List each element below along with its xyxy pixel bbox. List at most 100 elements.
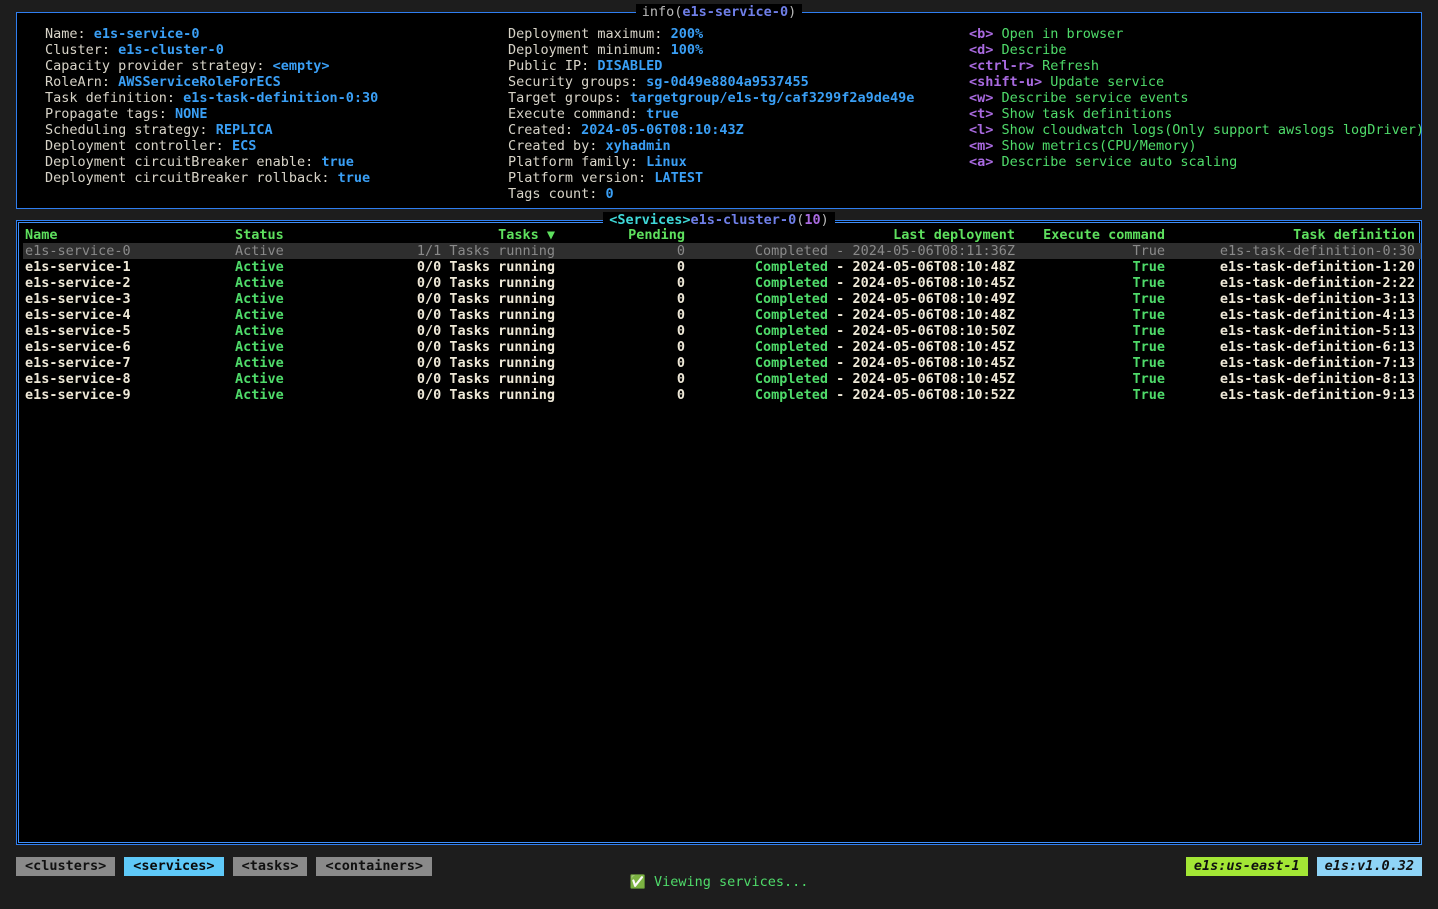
table-row[interactable]: e1s-service-0 Active 1/1 Tasks running 0 Com…: [23, 243, 1421, 259]
table-row[interactable]: e1s-service-5 Active 0/0 Tasks running 0 Com…: [23, 323, 1421, 339]
cell-pending: 0: [676, 355, 685, 371]
table-cell: Active: [235, 291, 375, 307]
info-field-row: Security groups: sg-0d49e8804a9537455: [508, 74, 914, 90]
shortcut-row[interactable]: <d> Describe: [969, 42, 1424, 58]
table-cell: e1s-service-3: [23, 291, 235, 307]
shortcut-key: <shift-u>: [969, 74, 1043, 90]
cell-status: Active: [235, 339, 284, 355]
info-field-row: Target groups: targetgroup/e1s-tg/caf329…: [508, 90, 914, 106]
services-table-header: Name Status Tasks ▼ Pending Last deployment E…: [23, 227, 1421, 243]
column-header-status[interactable]: Status: [235, 227, 375, 243]
cell-last-deployment: Completed - 2024-05-06T08:10:45Z: [755, 339, 1015, 355]
cell-name: e1s-service-7: [25, 355, 131, 371]
table-cell: 1h: [1415, 275, 1421, 291]
column-header-name[interactable]: Name: [23, 227, 235, 243]
table-cell: 0: [555, 387, 685, 403]
shortcut-row[interactable]: <ctrl-r> Refresh: [969, 58, 1424, 74]
table-row[interactable]: e1s-service-9 Active 0/0 Tasks running 0 Com…: [23, 387, 1421, 403]
table-cell: Completed - 2024-05-06T08:10:48Z: [685, 259, 1015, 275]
cell-deployment-separator: -: [828, 371, 853, 387]
table-cell: 0/0 Tasks running: [375, 387, 555, 403]
cell-status: Active: [235, 275, 284, 291]
cell-last-deployment: Completed - 2024-05-06T08:10:52Z: [755, 387, 1015, 403]
info-field-label: Target groups:: [508, 90, 630, 106]
services-panel[interactable]: <Services>e1s-cluster-0(10) Name Status Ta…: [16, 212, 1422, 845]
column-header-tasks[interactable]: Tasks ▼: [375, 227, 555, 243]
cell-deployment-separator: -: [828, 323, 853, 339]
column-header-last-deployment[interactable]: Last deployment: [685, 227, 1015, 243]
info-field-row: Platform version: LATEST: [508, 170, 914, 186]
info-field-label: Cluster:: [45, 42, 119, 58]
table-row[interactable]: e1s-service-2 Active 0/0 Tasks running 0 Com…: [23, 275, 1421, 291]
table-cell: 0/0 Tasks running: [375, 355, 555, 371]
table-cell: 1h: [1415, 387, 1421, 403]
info-field-value: true: [337, 170, 371, 186]
shortcut-key: <m>: [969, 138, 994, 154]
table-row[interactable]: e1s-service-3 Active 0/0 Tasks running 0 Com…: [23, 291, 1421, 307]
services-table-body[interactable]: e1s-service-0 Active 1/1 Tasks running 0 Com…: [23, 243, 1421, 403]
info-field-row: RoleArn: AWSServiceRoleForECS: [45, 74, 378, 90]
cell-execute-command: True: [1132, 339, 1165, 355]
column-header-execute-command[interactable]: Execute command: [1015, 227, 1165, 243]
cell-status: Active: [235, 259, 284, 275]
table-row[interactable]: e1s-service-7 Active 0/0 Tasks running 0 Com…: [23, 355, 1421, 371]
table-cell: Completed - 2024-05-06T08:10:45Z: [685, 355, 1015, 371]
cell-task-definition: e1s-task-definition-8:13: [1219, 371, 1415, 387]
table-cell: Active: [235, 243, 375, 259]
table-cell: 0/0 Tasks running: [375, 371, 555, 387]
cell-task-definition: e1s-task-definition-2:22: [1219, 275, 1415, 291]
cell-last-deployment: Completed - 2024-05-06T08:10:49Z: [755, 291, 1015, 307]
shortcut-row[interactable]: <w> Describe service events: [969, 90, 1424, 106]
cell-deployment-separator: -: [828, 259, 853, 275]
table-cell: 0: [555, 323, 685, 339]
shortcut-description: Describe: [993, 42, 1067, 58]
cell-deployment-timestamp: 2024-05-06T08:10:48Z: [852, 307, 1015, 323]
column-header-task-definition[interactable]: Task definition: [1165, 227, 1415, 243]
table-cell: 1h: [1415, 243, 1421, 259]
info-field-value: <empty>: [272, 58, 330, 74]
table-row[interactable]: e1s-service-8 Active 0/0 Tasks running 0 Com…: [23, 371, 1421, 387]
shortcut-row[interactable]: <b> Open in browser: [969, 26, 1424, 42]
cell-deployment-timestamp: 2024-05-06T08:10:49Z: [852, 291, 1015, 307]
table-cell: Active: [235, 275, 375, 291]
cell-status: Active: [235, 243, 284, 259]
shortcut-row[interactable]: <a> Describe service auto scaling: [969, 154, 1424, 170]
info-field-row: Capacity provider strategy: <empty>: [45, 58, 378, 74]
cell-tasks: 0/0 Tasks running: [416, 275, 555, 291]
table-row[interactable]: e1s-service-1 Active 0/0 Tasks running 0 Com…: [23, 259, 1421, 275]
table-cell: True: [1015, 291, 1165, 307]
table-cell: e1s-service-7: [23, 355, 235, 371]
column-header-pending[interactable]: Pending: [555, 227, 685, 243]
cell-status: Active: [235, 307, 284, 323]
table-row[interactable]: e1s-service-6 Active 0/0 Tasks running 0 Com…: [23, 339, 1421, 355]
cell-deployment-status: Completed: [754, 291, 829, 307]
info-field-label: Public IP:: [508, 58, 598, 74]
info-shortcuts-column: <b> Open in browser <d> Describe <ctrl-r> …: [969, 26, 1424, 170]
table-cell: True: [1015, 355, 1165, 371]
info-field-value: LATEST: [654, 170, 704, 186]
info-field-row: Name: e1s-service-0: [45, 26, 378, 42]
shortcut-row[interactable]: <m> Show metrics(CPU/Memory): [969, 138, 1424, 154]
cell-pending: 0: [676, 371, 685, 387]
services-table[interactable]: Name Status Tasks ▼ Pending Last deployment E…: [23, 227, 1421, 403]
shortcut-row[interactable]: <t> Show task definitions: [969, 106, 1424, 122]
cell-status: Active: [235, 291, 284, 307]
table-cell: 0: [555, 243, 685, 259]
column-header-age[interactable]: Age: [1415, 227, 1421, 243]
cell-pending: 0: [676, 259, 685, 275]
cell-execute-command: True: [1132, 243, 1165, 259]
shortcut-row[interactable]: <l> Show cloudwatch logs(Only support aw…: [969, 122, 1424, 138]
cell-deployment-status: Completed: [754, 339, 829, 355]
table-cell: e1s-service-1: [23, 259, 235, 275]
table-cell: 0: [555, 307, 685, 323]
table-cell: e1s-service-8: [23, 371, 235, 387]
info-field-label: RoleArn:: [45, 74, 119, 90]
table-cell: True: [1015, 275, 1165, 291]
cell-pending: 0: [676, 387, 685, 403]
table-row[interactable]: e1s-service-4 Active 0/0 Tasks running 0 Com…: [23, 307, 1421, 323]
cell-deployment-separator: -: [828, 339, 853, 355]
info-field-row: Platform family: Linux: [508, 154, 914, 170]
shortcut-row[interactable]: <shift-u> Update service: [969, 74, 1424, 90]
cell-last-deployment: Completed - 2024-05-06T08:10:45Z: [755, 371, 1015, 387]
cell-deployment-separator: -: [828, 243, 853, 259]
